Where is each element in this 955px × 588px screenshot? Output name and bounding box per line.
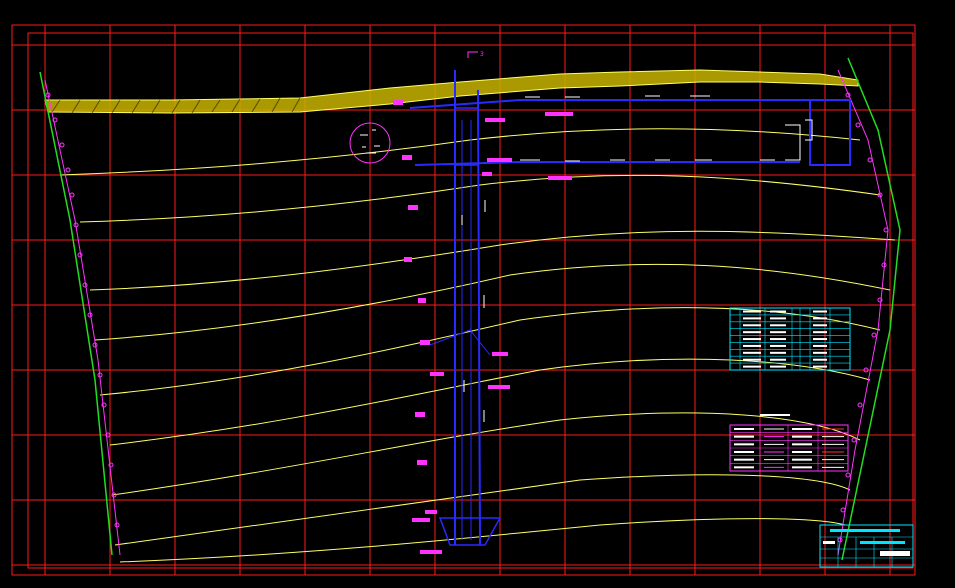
table-cell-mark	[813, 365, 827, 368]
table-cell-mark	[770, 324, 786, 327]
main-shaft-right	[477, 89, 481, 546]
right-boundary-markers	[837, 92, 889, 543]
label-tag	[420, 550, 442, 554]
table-cell-mark	[770, 317, 786, 320]
contour-line	[114, 474, 851, 546]
label-tags	[393, 100, 573, 554]
table-cell-mark	[813, 331, 827, 334]
contour-line	[109, 358, 871, 446]
legend-cell-mark	[734, 435, 754, 438]
section-marker-label: 3	[480, 51, 484, 58]
boundary-marker	[840, 507, 846, 513]
table-cell-mark	[743, 310, 761, 313]
legend-table	[729, 414, 849, 472]
coordinate-table	[729, 307, 851, 371]
label-tag	[412, 518, 430, 522]
legend-cell-mark	[734, 443, 754, 446]
table-cell-mark	[770, 351, 786, 354]
table-cell-mark	[743, 365, 761, 368]
title-block-mark	[860, 541, 905, 544]
table-cell-mark	[743, 344, 761, 347]
boundary-marker	[851, 437, 857, 443]
table-cell-mark	[743, 358, 761, 361]
legend-cell-mark	[734, 451, 754, 453]
boundary-marker	[867, 157, 873, 163]
label-tag	[425, 510, 437, 514]
boundary-marker	[883, 227, 889, 233]
contour-line	[99, 307, 881, 396]
table-cell-mark	[813, 338, 827, 341]
contour-line	[59, 128, 861, 176]
legend-cell-mark	[792, 451, 812, 453]
label-tag	[545, 112, 573, 116]
boundary-marker	[65, 167, 71, 173]
section-marker-line	[467, 51, 478, 58]
legend-cell-mark	[792, 428, 812, 430]
roadway-connector	[455, 107, 478, 166]
legend-cell-mark	[792, 458, 812, 461]
table-cell-mark	[770, 331, 786, 334]
table-cell-mark	[813, 344, 827, 347]
table-cell-mark	[813, 310, 827, 313]
cad-drawing-canvas: 3	[11, 24, 916, 576]
label-tag	[418, 298, 426, 303]
legend-caption-mark	[760, 414, 790, 416]
label-tag	[487, 158, 512, 162]
label-tag	[417, 460, 427, 465]
table-cell-mark	[743, 338, 761, 341]
label-tag	[408, 205, 418, 210]
legend-cell-mark	[792, 443, 812, 446]
boundary-marker	[857, 402, 863, 408]
label-tag	[485, 118, 505, 122]
label-tag	[420, 340, 430, 345]
table-cell-mark	[813, 358, 827, 361]
table-cell-mark	[813, 351, 827, 354]
table-cell-mark	[770, 358, 786, 361]
legend-cell-mark	[734, 458, 754, 461]
table-cell-mark	[770, 365, 786, 368]
legend-cell-mark	[792, 466, 812, 469]
contour-line	[119, 518, 846, 563]
label-tag	[482, 172, 492, 176]
table-cell-mark	[743, 324, 761, 327]
table-cell-mark	[743, 331, 761, 334]
label-tag	[415, 412, 425, 417]
roadway-end-structure	[785, 119, 813, 161]
shaft-bottom-sump	[438, 517, 502, 546]
boundary-marker	[855, 122, 861, 128]
ground-surface-hatch	[44, 69, 859, 114]
legend-cell-mark	[792, 435, 812, 438]
label-tag	[404, 257, 412, 262]
title-block-title-mark	[830, 529, 900, 532]
boundary-marker	[77, 252, 83, 258]
table-cell-mark	[743, 351, 761, 354]
table-cell-mark	[813, 317, 827, 320]
label-tag	[548, 176, 572, 180]
boundary-marker	[845, 472, 851, 478]
label-tag	[492, 352, 508, 356]
table-cell-mark	[770, 310, 786, 313]
boundary-marker	[69, 192, 75, 198]
table-cell-mark	[770, 338, 786, 341]
boundary-marker	[871, 332, 877, 338]
table-cell-mark	[770, 344, 786, 347]
label-tag	[488, 385, 510, 389]
table-cell-mark	[743, 317, 761, 320]
label-tag	[402, 155, 412, 160]
label-tag	[393, 100, 403, 105]
shaft-branch	[429, 329, 491, 356]
roadway-annotations	[461, 95, 775, 422]
left-boundary-green	[39, 71, 113, 556]
table-cell-mark	[813, 324, 827, 327]
label-tag	[430, 372, 444, 376]
legend-cell-mark	[734, 428, 754, 430]
legend-cell-mark	[734, 466, 754, 469]
title-block	[819, 524, 914, 568]
title-block-mark	[880, 551, 910, 556]
boundary-marker	[59, 142, 65, 148]
title-block-mark	[823, 541, 835, 544]
